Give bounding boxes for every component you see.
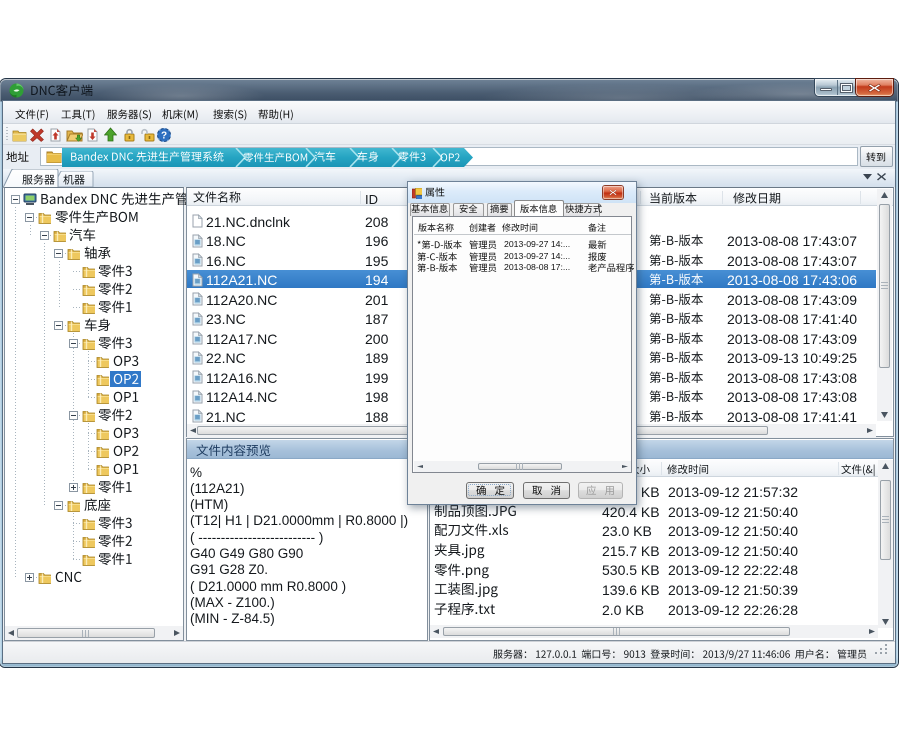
- svg-text:?: ?: [161, 131, 167, 142]
